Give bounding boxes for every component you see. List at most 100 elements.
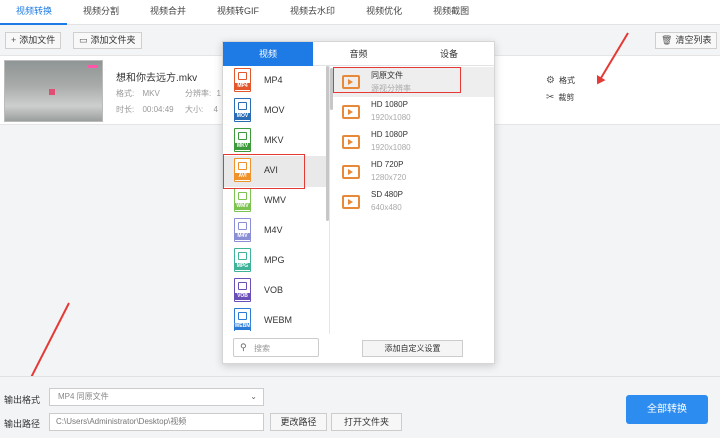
video-file-icon	[342, 135, 360, 149]
format-item-mp4[interactable]: MP4 MP4	[223, 66, 326, 97]
tab-video-convert[interactable]: 视频转换	[0, 0, 68, 25]
video-file-icon	[342, 195, 360, 209]
duration-meta-value: 00:04:49	[142, 105, 174, 114]
tab-video-gif[interactable]: 视频转GIF	[201, 0, 274, 25]
file-format-icon: MOV	[234, 98, 251, 122]
resolution-item[interactable]: HD 1080P 1920x1080	[333, 97, 494, 127]
format-item-label: WEBM	[264, 315, 292, 325]
format-item-label: MP4	[264, 75, 283, 85]
format-item-webm[interactable]: WEBM WEBM	[223, 306, 326, 331]
size-meta-value: 4	[213, 105, 218, 114]
resolution-name: HD 1080P	[371, 130, 408, 139]
format-settings-button[interactable]: ⚙ 格式	[546, 75, 575, 86]
file-format-icon: MP4	[234, 68, 251, 92]
format-item-label: MPG	[264, 255, 285, 265]
resolution-item[interactable]: SD 480P 640x480	[333, 187, 494, 217]
file-format-icon: VOB	[234, 278, 251, 302]
tab-video-split[interactable]: 视频分割	[67, 0, 134, 25]
size-meta: 大小: 4	[185, 104, 218, 115]
folder-icon: ▭	[79, 35, 88, 45]
clear-list-label: 清空列表	[675, 35, 712, 45]
video-file-icon	[342, 105, 360, 119]
file-format-icon: WMV	[234, 188, 251, 212]
tab-video-optimize[interactable]: 视频优化	[350, 0, 417, 25]
file-format-icon: MPG	[234, 248, 251, 272]
format-item-mov[interactable]: MOV MOV	[223, 96, 326, 127]
output-format-value: MP4 同原文件	[58, 392, 109, 401]
resolution-item[interactable]: HD 720P 1280x720	[333, 157, 494, 187]
convert-all-button[interactable]: 全部转换	[626, 395, 708, 424]
resolution-list: 同原文件 源视分辨率 HD 1080P 1920x1080 HD 1080P 1920x1…	[333, 66, 494, 246]
resolution-meta: 分辨率: 1	[185, 88, 221, 99]
format-meta: 格式: MKV	[116, 88, 160, 99]
output-path-label: 输出路径	[4, 419, 41, 429]
format-category-tabs: 视频 音频 设备	[223, 42, 494, 66]
duration-meta: 时长: 00:04:49	[116, 104, 174, 115]
resolution-size: 1920x1080	[371, 113, 411, 122]
format-item-wmv[interactable]: WMV WMV	[223, 186, 326, 217]
tab-video-merge[interactable]: 视频合并	[134, 0, 201, 25]
top-tab-bar: 视频转换 视频分割 视频合并 视频转GIF 视频去水印 视频优化 视频截图	[0, 0, 720, 25]
bottom-bar: 输出格式 MP4 同原文件 ⌄ 输出路径 C:\Users\Administra…	[0, 376, 720, 438]
search-icon: ⚲	[240, 342, 247, 352]
scissors-icon: ✂	[546, 92, 555, 103]
format-list: MP4 MP4 MOV MOV MKV MKV AVI AVI WMV WMV M4V M4V MPG M…	[223, 66, 326, 331]
open-folder-button[interactable]: 打开文件夹	[331, 413, 402, 431]
file-format-icon: MKV	[234, 128, 251, 152]
format-item-mkv[interactable]: MKV MKV	[223, 126, 326, 157]
add-folder-label: 添加文件夹	[90, 35, 136, 45]
resolution-meta-value: 1	[216, 89, 221, 98]
resolution-size: 1920x1080	[371, 143, 411, 152]
clear-list-button[interactable]: 🗑 清空列表	[655, 32, 718, 49]
resolution-name: HD 1080P	[371, 100, 408, 109]
format-item-m4v[interactable]: M4V M4V	[223, 216, 326, 247]
format-item-label: WMV	[264, 195, 286, 205]
output-path-field[interactable]: C:\Users\Administrator\Desktop\视频	[49, 413, 264, 431]
add-folder-button[interactable]: ▭ 添加文件夹	[73, 32, 142, 49]
tab-video-category[interactable]: 视频	[223, 42, 313, 66]
file-format-icon: M4V	[234, 218, 251, 242]
tab-device-category[interactable]: 设备	[404, 42, 494, 66]
search-placeholder: 搜索	[254, 344, 270, 353]
output-format-select[interactable]: MP4 同原文件 ⌄	[49, 388, 264, 406]
size-meta-label: 大小:	[185, 105, 204, 114]
output-format-label: 输出格式	[4, 395, 41, 405]
file-format-icon: WEBM	[234, 308, 251, 331]
add-custom-setting-button[interactable]: 添加自定义设置	[362, 340, 463, 357]
resolution-meta-label: 分辨率:	[185, 89, 212, 98]
tab-video-screenshot[interactable]: 视频截图	[417, 0, 484, 25]
highlight-avi	[223, 154, 305, 189]
tab-remove-watermark[interactable]: 视频去水印	[274, 0, 350, 25]
trash-icon: 🗑	[661, 35, 673, 45]
change-path-button[interactable]: 更改路径	[270, 413, 327, 431]
format-item-label: MOV	[264, 105, 285, 115]
cut-button[interactable]: ✂ 裁剪	[546, 92, 574, 103]
duration-meta-label: 时长:	[116, 105, 135, 114]
format-item-label: VOB	[264, 285, 284, 295]
format-item-mpg[interactable]: MPG MPG	[223, 246, 326, 277]
format-item-label: M4V	[264, 225, 283, 235]
plus-icon: +	[11, 35, 17, 45]
format-picker-popup: 视频 音频 设备 MP4 MP4 MOV MOV MKV MKV AVI AVI WMV WMV M…	[222, 41, 495, 364]
add-file-label: 添加文件	[19, 35, 56, 45]
resolution-name: SD 480P	[371, 190, 404, 199]
chevron-down-icon: ⌄	[250, 392, 257, 401]
format-settings-label: 格式	[558, 76, 575, 85]
resolution-size: 640x480	[371, 203, 402, 212]
resolution-item[interactable]: HD 1080P 1920x1080	[333, 127, 494, 157]
format-search-input[interactable]: ⚲ 搜索	[233, 338, 319, 357]
format-meta-label: 格式:	[116, 89, 135, 98]
tab-audio-category[interactable]: 音频	[313, 42, 404, 66]
cut-label: 裁剪	[558, 93, 575, 102]
resolution-size: 1280x720	[371, 173, 407, 182]
add-file-button[interactable]: + 添加文件	[5, 32, 62, 49]
format-item-vob[interactable]: VOB VOB	[223, 276, 326, 307]
video-file-icon	[342, 165, 360, 179]
format-item-label: MKV	[264, 135, 284, 145]
format-meta-value: MKV	[142, 89, 160, 98]
thumbnail-mark	[49, 89, 55, 95]
thumbnail-logo	[88, 65, 98, 68]
resolution-name: HD 720P	[371, 160, 404, 169]
file-name: 想和你去远方.mkv	[116, 73, 198, 84]
video-thumbnail	[4, 60, 103, 122]
